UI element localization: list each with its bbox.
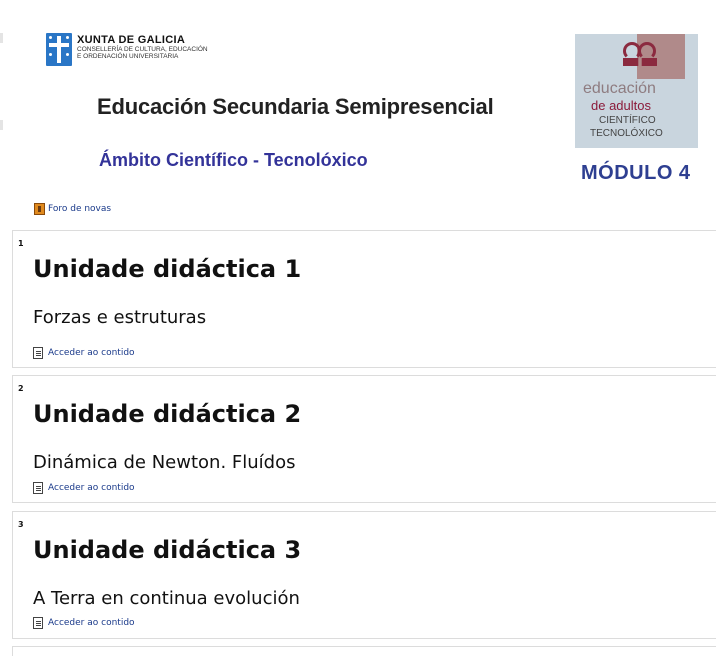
section-subtitle: A Terra en continua evolución [33, 588, 300, 609]
document-icon [33, 617, 43, 629]
xunta-name: XUNTA DE GALICIA [77, 34, 186, 46]
access-content-label: Acceder ao contido [48, 483, 135, 493]
document-icon [33, 347, 43, 359]
section-title: Unidade didáctica 2 [33, 400, 302, 428]
section-subtitle: Forzas e estruturas [33, 307, 207, 328]
access-content-link[interactable]: Acceder ao contido [33, 617, 135, 629]
adult-education-logo: educación de adultos CIENTÍFICO TECNOLÓX… [575, 34, 698, 148]
xunta-logo: XUNTA DE GALICIA CONSELLERÍA DE CULTURA,… [46, 33, 208, 66]
xunta-department-line2: E ORDENACIÓN UNIVERSITARIA [77, 53, 179, 60]
access-content-label: Acceder ao contido [48, 618, 135, 628]
logo-line-3: CIENTÍFICO [599, 115, 656, 126]
course-section-3: 3 Unidade didáctica 3 A Terra en continu… [12, 511, 716, 639]
logo-line-2: de adultos [591, 98, 651, 113]
course-section-4 [12, 646, 716, 656]
edge-marker [0, 33, 3, 43]
section-title: Unidade didáctica 3 [33, 536, 302, 564]
people-icon [623, 40, 657, 66]
logo-line-4: TECNOLÓXICO [590, 128, 663, 139]
section-number: 1 [18, 239, 24, 248]
logo-line-1: educación [583, 80, 656, 97]
section-title: Unidade didáctica 1 [33, 255, 302, 283]
access-content-label: Acceder ao contido [48, 348, 135, 358]
page-title: Educación Secundaria Semipresencial [97, 94, 494, 119]
module-label: MÓDULO 4 [581, 162, 691, 184]
forum-icon [34, 203, 45, 215]
xunta-department-line1: CONSELLERÍA DE CULTURA, EDUCACIÓN [77, 46, 208, 53]
forum-link-label: Foro de novas [48, 204, 112, 214]
access-content-link[interactable]: Acceder ao contido [33, 347, 135, 359]
access-content-link[interactable]: Acceder ao contido [33, 482, 135, 494]
course-section-2: 2 Unidade didáctica 2 Dinámica de Newton… [12, 375, 716, 503]
page-subtitle: Ámbito Científico - Tecnolóxico [99, 150, 368, 170]
section-number: 2 [18, 384, 24, 393]
document-icon [33, 482, 43, 494]
forum-link[interactable]: Foro de novas [34, 203, 111, 215]
course-section-1: 1 Unidade didáctica 1 Forzas e estrutura… [12, 230, 716, 368]
section-subtitle: Dinámica de Newton. Fluídos [33, 452, 296, 473]
section-number: 3 [18, 520, 24, 529]
edge-marker [0, 120, 3, 130]
xunta-emblem-icon [46, 33, 72, 66]
